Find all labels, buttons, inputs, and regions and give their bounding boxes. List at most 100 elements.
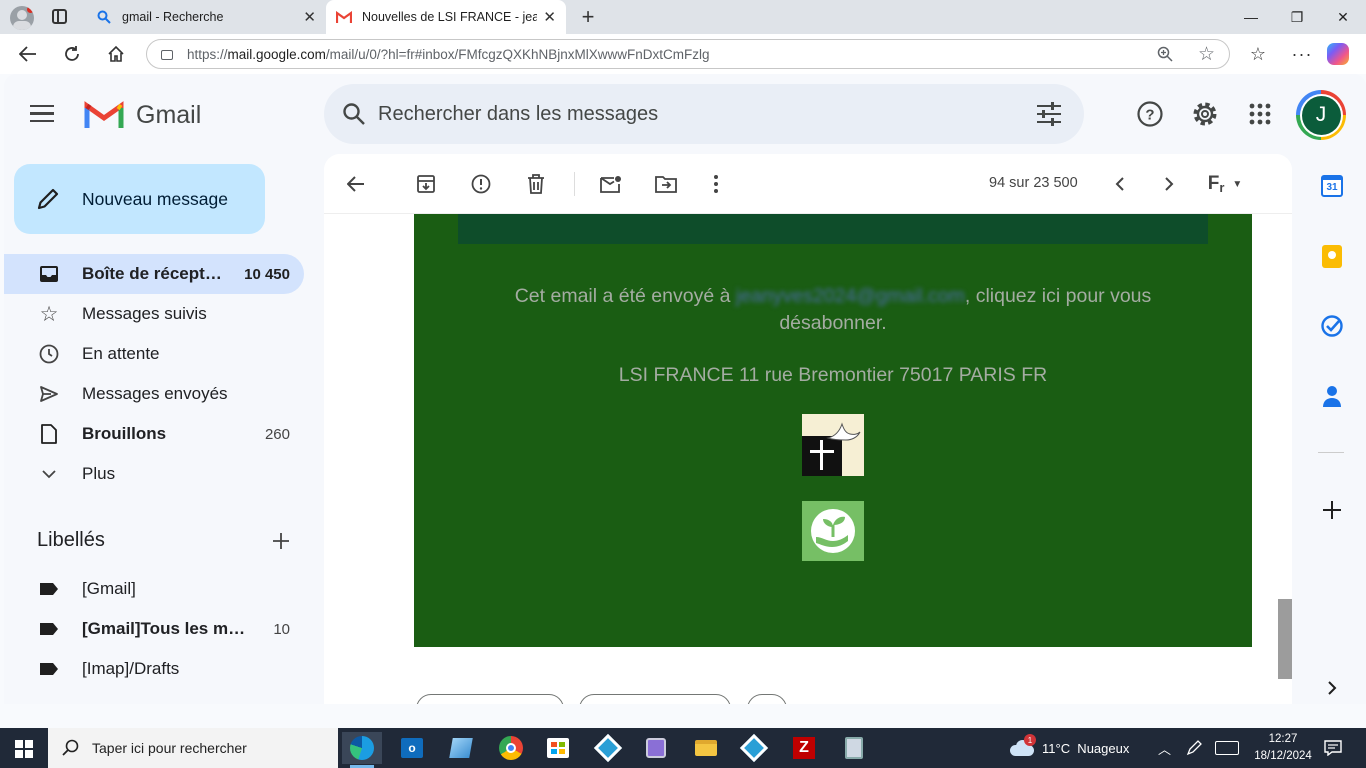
input-tools-icon[interactable]: Fr ▼ <box>1202 166 1248 202</box>
sidebar-item-sent[interactable]: Messages envoyés <box>4 374 304 414</box>
sidebar-item-label: [Gmail]Tous les messages <box>82 619 250 638</box>
favorites-icon[interactable]: ☆ <box>1238 34 1278 74</box>
search-bar[interactable]: Rechercher dans les messages <box>324 84 1084 144</box>
notes-app-icon[interactable] <box>441 732 481 764</box>
search-icon <box>96 9 112 25</box>
keep-icon[interactable] <box>1314 238 1350 274</box>
sidebar-label-gmail[interactable]: [Gmail] <box>4 569 304 609</box>
search-options-icon[interactable] <box>1036 102 1062 126</box>
close-tab-icon[interactable]: ✕ <box>543 8 556 26</box>
tasks-icon[interactable] <box>1314 308 1350 344</box>
outlook-icon[interactable]: o <box>392 732 432 764</box>
seedling-hand-logo[interactable] <box>802 501 864 561</box>
sidebar-label-all-mail[interactable]: [Gmail]Tous les messages 10 <box>4 609 304 649</box>
add-label-icon[interactable] <box>266 526 296 556</box>
sidebar-item-snoozed[interactable]: En attente <box>4 334 304 374</box>
new-tab-button[interactable]: + <box>574 0 602 34</box>
settings-gear-icon[interactable] <box>1179 88 1231 140</box>
expand-panel-icon[interactable] <box>1314 670 1350 706</box>
add-addon-icon[interactable] <box>1314 492 1350 528</box>
home-icon[interactable] <box>96 34 136 74</box>
mark-unread-icon[interactable] <box>593 166 629 202</box>
settings-app-icon[interactable] <box>636 732 676 764</box>
trash-icon[interactable] <box>518 166 554 202</box>
tab-gmail-recherche[interactable]: gmail - Recherche ✕ <box>86 0 326 34</box>
taskbar-search[interactable]: Taper ici pour rechercher <box>48 728 338 768</box>
store-icon[interactable] <box>538 732 578 764</box>
chevron-right-icon[interactable] <box>1151 166 1187 202</box>
forward-button[interactable] <box>579 694 731 704</box>
sidebar-item-label: [Imap]/Drafts <box>82 659 180 678</box>
close-tab-icon[interactable]: ✕ <box>303 8 316 26</box>
maximize-icon[interactable]: ❐ <box>1274 0 1320 34</box>
tab-lsi-france[interactable]: Nouvelles de LSI FRANCE - jeanyv ✕ <box>326 0 566 34</box>
unsubscribe-link[interactable]: , cliquez ici pour vous <box>965 285 1151 307</box>
gmail-header: Gmail Rechercher dans les messages ? J <box>4 74 1366 154</box>
sent-prefix: Cet email a été envoyé à <box>514 285 736 307</box>
search-icon <box>62 739 79 756</box>
more-options-icon[interactable] <box>698 166 734 202</box>
compose-button[interactable]: Nouveau message <box>14 164 265 234</box>
weather-badge: 1 <box>1024 734 1036 746</box>
account-avatar[interactable]: J <box>1296 90 1346 140</box>
cloud-icon: 1 <box>1010 734 1036 756</box>
apps-grid-icon[interactable] <box>1234 88 1286 140</box>
url-field[interactable]: https://mail.google.com/mail/u/0/?hl=fr#… <box>146 39 1230 69</box>
help-icon[interactable]: ? <box>1124 88 1176 140</box>
keyboard-icon[interactable] <box>1215 728 1239 768</box>
back-to-inbox-icon[interactable] <box>338 166 374 202</box>
reload-icon[interactable] <box>52 34 92 74</box>
favorite-star-icon[interactable]: ☆ <box>1198 43 1215 66</box>
pencil-icon <box>37 188 59 210</box>
network-app-icon[interactable] <box>588 732 628 764</box>
unsubscribe-line2[interactable]: désabonner. <box>779 312 886 334</box>
search-input[interactable]: Rechercher dans les messages <box>378 103 658 126</box>
filezilla-icon[interactable]: Z <box>784 732 824 764</box>
sidebar-item-starred[interactable]: ☆ Messages suivis <box>4 294 304 334</box>
weather-widget[interactable]: 1 11°C Nuageux <box>1010 728 1129 768</box>
copilot-icon[interactable] <box>1318 34 1358 74</box>
tab-actions-icon[interactable] <box>52 9 67 24</box>
file-explorer-icon[interactable] <box>686 732 726 764</box>
zoom-icon[interactable] <box>1157 46 1173 65</box>
scrollbar-thumb[interactable] <box>1278 599 1292 679</box>
sidebar-item-more[interactable]: Plus <box>4 454 304 494</box>
draft-file-icon <box>38 423 60 445</box>
gmail-logo[interactable]: Gmail <box>84 98 201 132</box>
report-spam-icon[interactable] <box>463 166 499 202</box>
remote-app-icon[interactable] <box>734 732 774 764</box>
more-menu-icon[interactable]: ··· <box>1282 34 1322 74</box>
chevron-left-icon[interactable] <box>1102 166 1138 202</box>
reply-button[interactable] <box>416 694 564 704</box>
clock-date: 18/12/2024 <box>1254 750 1312 762</box>
back-icon[interactable] <box>8 34 48 74</box>
calendar-icon[interactable]: 31 <box>1314 168 1350 204</box>
drafts-count: 260 <box>264 425 290 443</box>
minimize-icon[interactable]: — <box>1228 0 1274 34</box>
pen-icon[interactable] <box>1186 728 1202 768</box>
contacts-icon[interactable] <box>1314 378 1350 414</box>
emoji-reaction-button[interactable] <box>747 694 787 704</box>
sidebar-item-drafts[interactable]: Brouillons 260 <box>4 414 304 454</box>
main-menu-icon[interactable] <box>30 102 70 126</box>
archive-icon[interactable] <box>408 166 444 202</box>
close-window-icon[interactable]: ✕ <box>1320 0 1366 34</box>
profile-icon[interactable] <box>10 6 34 30</box>
move-to-icon[interactable] <box>648 166 684 202</box>
calculator-app-icon[interactable] <box>834 732 874 764</box>
message-toolbar: 94 sur 23 500 Fr ▼ <box>324 154 1292 214</box>
sidebar-item-label: Messages envoyés <box>82 384 228 403</box>
sidebar-label-imap-drafts[interactable]: [Imap]/Drafts <box>4 649 304 689</box>
sidebar-item-inbox[interactable]: Boîte de réception 10 450 <box>4 254 304 294</box>
site-info-icon[interactable] <box>161 50 173 60</box>
cross-dove-logo[interactable] <box>802 414 864 476</box>
edge-browser-icon[interactable] <box>342 732 382 764</box>
message-view: 94 sur 23 500 Fr ▼ Cet email a été envoyé… <box>324 154 1292 704</box>
taskbar-search-input[interactable]: Taper ici pour rechercher <box>92 740 247 756</box>
clock[interactable]: 12:27 18/12/2024 <box>1250 731 1316 765</box>
tray-chevron-up-icon[interactable]: ︿ <box>1158 728 1171 768</box>
windows-start-icon[interactable] <box>15 740 33 758</box>
search-icon[interactable] <box>342 102 366 126</box>
chrome-icon[interactable] <box>491 732 531 764</box>
notifications-icon[interactable] <box>1324 728 1342 768</box>
